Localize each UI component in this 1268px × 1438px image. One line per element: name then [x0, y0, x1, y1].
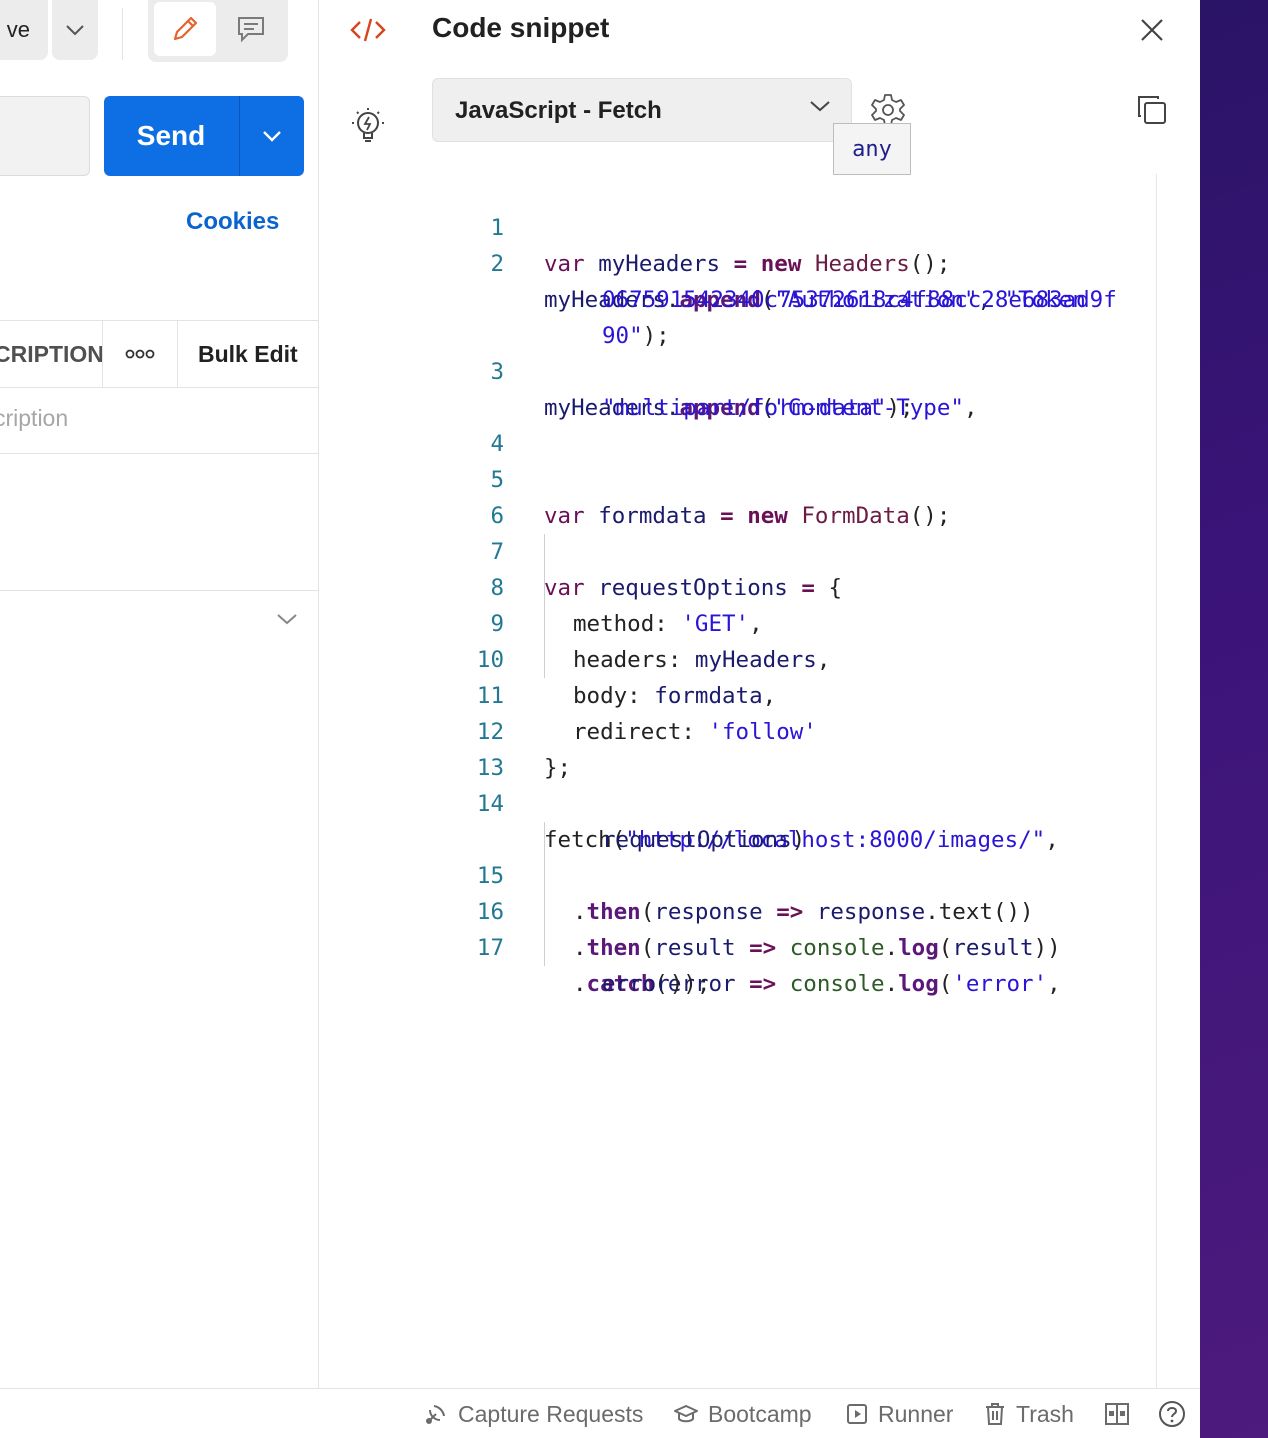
help-icon: [1159, 1401, 1185, 1427]
comment-mode-button[interactable]: [220, 2, 282, 56]
code-line: 7 var requestOptions = {: [440, 498, 1156, 601]
two-pane-toggle[interactable]: [1104, 1389, 1140, 1438]
bulk-edit-button[interactable]: Bulk Edit: [198, 321, 298, 387]
code-line: 9 headers: myHeaders,: [440, 570, 1156, 673]
close-icon: [1141, 19, 1163, 41]
mode-toggle-group: [148, 0, 288, 62]
chevron-down-icon: [263, 131, 281, 142]
params-table-header: CRIPTION Bulk Edit: [0, 320, 318, 388]
bootcamp-label: Bootcamp: [708, 1400, 812, 1427]
capture-requests-button[interactable]: Capture Requests: [424, 1389, 643, 1438]
graduation-cap-icon: [674, 1405, 698, 1423]
code-line: 15 .then(response => response.text()): [440, 822, 1156, 925]
code-line-wrap: 90");: [602, 323, 670, 349]
description-placeholder: cription: [0, 405, 69, 431]
more-icon: [125, 349, 155, 359]
code-line: 5 var formdata = new FormData();: [440, 426, 1156, 529]
two-pane-icon: [1105, 1403, 1129, 1425]
status-bar: Capture Requests Bootcamp Runner Trash: [0, 1388, 1200, 1438]
help-button[interactable]: [1158, 1389, 1196, 1438]
copy-snippet-button[interactable]: [1136, 94, 1168, 131]
code-line: 4: [440, 390, 1156, 457]
save-button[interactable]: ve: [0, 0, 48, 60]
language-select[interactable]: JavaScript - Fetch: [432, 78, 852, 142]
save-options-button[interactable]: [52, 0, 98, 60]
code-line-wrap: "multipart/form-data");: [602, 395, 914, 421]
response-divider: [0, 590, 318, 591]
send-button-group: Send: [104, 96, 304, 176]
code-line-wrap: requestOptions): [602, 827, 806, 853]
code-line: 3 myHeaders.append("Content-Type",: [440, 318, 1156, 421]
lightbulb-icon: [352, 108, 384, 142]
trash-label: Trash: [1016, 1400, 1074, 1427]
code-icon: [350, 18, 386, 42]
copy-icon: [1138, 96, 1166, 124]
send-button[interactable]: Send: [104, 96, 238, 176]
response-toggle[interactable]: [276, 612, 298, 630]
code-line-wrap: 067591542340c75372618c4f88cc28e683ad9f: [602, 287, 1117, 313]
editor-scrollbar[interactable]: [1156, 174, 1185, 1388]
satellite-icon: [426, 1405, 445, 1424]
toolbar-divider: [122, 8, 123, 60]
code-snippet-toggle[interactable]: [349, 14, 387, 51]
column-options-button[interactable]: [103, 321, 178, 387]
capture-requests-label: Capture Requests: [458, 1400, 644, 1427]
send-options-button[interactable]: [240, 96, 304, 176]
code-line: 1 var myHeaders = new Headers();: [440, 174, 1156, 277]
code-line: 2 myHeaders.append("Authorization", "Tok…: [440, 210, 1156, 313]
comment-icon: [238, 17, 264, 43]
runner-label: Runner: [878, 1400, 954, 1427]
panel-title: Code snippet: [432, 12, 610, 43]
code-line: 12 };: [440, 678, 1156, 781]
code-line: 16 .then(result => console.log(result)): [440, 858, 1156, 961]
chevron-down-icon: [66, 25, 84, 36]
pencil-icon: [173, 16, 198, 41]
desktop-background: [1200, 0, 1268, 1438]
code-line: 11 redirect: 'follow': [440, 642, 1156, 745]
language-select-value: JavaScript - Fetch: [455, 97, 662, 124]
description-column-header: CRIPTION: [0, 321, 103, 387]
bootcamp-button[interactable]: Bootcamp: [674, 1389, 812, 1438]
edit-mode-button[interactable]: [154, 2, 216, 56]
play-icon: [847, 1404, 867, 1424]
code-line: 17 .catch(error => console.log('error',: [440, 894, 1156, 997]
code-line-wrap: error));: [602, 971, 711, 997]
request-panel: ve Send Cookies CRIPTION Bulk Edit cript…: [0, 0, 319, 1388]
code-line: 8 method: 'GET',: [440, 534, 1156, 637]
trash-button[interactable]: Trash: [984, 1389, 1074, 1438]
description-input-row[interactable]: cription: [0, 387, 318, 454]
code-editor[interactable]: 1 var myHeaders = new Headers(); 2 myHea…: [440, 174, 1156, 1388]
type-hover-tooltip: any: [833, 123, 911, 175]
code-line: 10 body: formdata,: [440, 606, 1156, 709]
code-line: 14 fetch("http://localhost:8000/images/"…: [440, 750, 1156, 853]
code-line: 13: [440, 714, 1156, 781]
code-line: 6: [440, 462, 1156, 529]
close-panel-button[interactable]: [1138, 16, 1166, 49]
app-window: ve Send Cookies CRIPTION Bulk Edit cript…: [0, 0, 1200, 1438]
chevron-down-icon: [810, 101, 830, 112]
runner-button[interactable]: Runner: [846, 1389, 953, 1438]
chevron-down-icon: [277, 614, 297, 625]
right-sidebar-rail: [319, 0, 417, 1388]
trash-icon: [986, 1403, 1004, 1425]
suggestions-toggle[interactable]: [349, 106, 387, 151]
cookies-link[interactable]: Cookies: [186, 208, 279, 236]
url-input[interactable]: [0, 96, 90, 176]
